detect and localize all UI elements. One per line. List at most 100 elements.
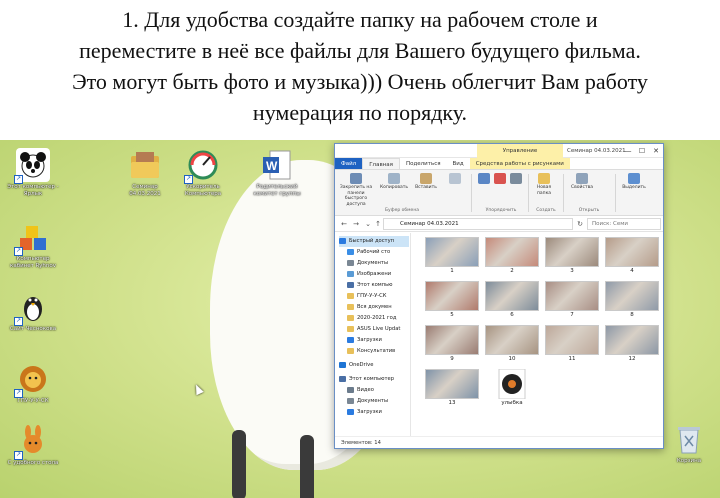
photo-thumbnail bbox=[545, 281, 599, 311]
file-item[interactable]: 10 bbox=[485, 325, 539, 362]
maximize-button[interactable]: ☐ bbox=[635, 144, 649, 158]
file-name: 13 bbox=[448, 400, 456, 406]
caption-line: переместите в неё все файлы для Вашего б… bbox=[79, 38, 641, 63]
file-item[interactable]: 2 bbox=[485, 237, 539, 274]
nav-item-label: 2020-2021 год bbox=[357, 315, 397, 321]
gauge-icon: ↗ bbox=[184, 148, 220, 184]
clipboard-extra-buttons[interactable] bbox=[443, 173, 467, 185]
desktop-icon-recycle-bin[interactable]: Корзина bbox=[660, 422, 718, 465]
move-icon bbox=[478, 173, 490, 184]
file-item[interactable]: 8 bbox=[605, 281, 659, 318]
nav-item[interactable]: Быстрый доступ bbox=[339, 236, 409, 247]
desktop-icon-accelerator[interactable]: ↗ Ускоритель Компьютера bbox=[174, 148, 232, 198]
desktop-icon-label: Компьютер кабинет Ryhnov bbox=[10, 256, 56, 269]
rename-button[interactable] bbox=[509, 173, 523, 185]
nav-item-label: Быстрый доступ bbox=[349, 238, 395, 244]
refresh-icon[interactable]: ↻ bbox=[575, 218, 585, 230]
title-bar[interactable]: Управление Семинар 04.03.2021 — ☐ ✕ bbox=[335, 144, 663, 158]
file-item[interactable]: 13 bbox=[425, 369, 479, 406]
bunny-icon: ↗ bbox=[14, 424, 50, 460]
minimize-button[interactable]: — bbox=[621, 144, 635, 158]
lion-icon: ↗ bbox=[14, 362, 50, 398]
nav-item[interactable]: Загрузки bbox=[347, 407, 409, 418]
ribbon-separator bbox=[471, 174, 472, 212]
tab-share[interactable]: Поделиться bbox=[400, 158, 447, 169]
back-arrow-icon[interactable]: ← bbox=[339, 218, 349, 230]
select-button[interactable]: Выделить bbox=[619, 173, 649, 191]
photo-thumbnail bbox=[545, 237, 599, 267]
computer-icon bbox=[339, 375, 346, 382]
file-item[interactable]: 7 bbox=[545, 281, 599, 318]
up-arrow-icon[interactable]: ↑ bbox=[373, 218, 383, 230]
file-name: 3 bbox=[570, 268, 574, 274]
photo-thumbnail bbox=[425, 237, 479, 267]
folder-icon bbox=[128, 148, 162, 182]
nav-item-label: Документы bbox=[357, 260, 389, 266]
forward-arrow-icon[interactable]: → bbox=[351, 218, 361, 230]
file-name: 4 bbox=[630, 268, 634, 274]
file-item[interactable]: 3 bbox=[545, 237, 599, 274]
file-item[interactable]: 1 bbox=[425, 237, 479, 274]
select-icon bbox=[628, 173, 640, 184]
photo-thumbnail bbox=[545, 325, 599, 355]
search-input[interactable]: Поиск: Семи bbox=[587, 218, 661, 230]
file-item[interactable]: 4 bbox=[605, 237, 659, 274]
desktop-icon-seminar-folder[interactable]: Семинар 04.03.2021 bbox=[116, 148, 174, 198]
pin-quick-access-button[interactable]: Закрепить на панели быстрого доступа bbox=[337, 173, 375, 207]
file-item[interactable]: 6 bbox=[485, 281, 539, 318]
nav-item[interactable]: OneDrive bbox=[339, 360, 409, 371]
file-item[interactable]: улыбка bbox=[485, 368, 539, 406]
desktop-icon-label: Родительский комитет группы bbox=[253, 184, 301, 197]
properties-button[interactable]: Свойства bbox=[567, 173, 597, 191]
caption-line: Это могут быть фото и музыка))) Очень об… bbox=[72, 69, 648, 94]
paste-button[interactable]: Вставить bbox=[411, 173, 441, 191]
tab-file[interactable]: Файл bbox=[335, 158, 363, 169]
nav-item[interactable]: Этот компью bbox=[347, 280, 409, 291]
nav-item[interactable]: ASUS Live Updat bbox=[347, 324, 409, 335]
file-item[interactable]: 9 bbox=[425, 325, 479, 362]
select-label: Выделить bbox=[622, 185, 646, 190]
nav-item[interactable]: Документы bbox=[347, 258, 409, 269]
copy-button[interactable]: Копировать bbox=[379, 173, 409, 191]
nav-item[interactable]: Вся докумен bbox=[347, 302, 409, 313]
nav-item-label: ГПУ-У-У-СК bbox=[357, 293, 387, 299]
ribbon-separator bbox=[528, 174, 529, 212]
properties-label: Свойства bbox=[571, 185, 593, 190]
nav-item[interactable]: 2020-2021 год bbox=[347, 313, 409, 324]
tab-view[interactable]: Вид bbox=[447, 158, 470, 169]
nav-item[interactable]: Рабочий сто bbox=[347, 247, 409, 258]
file-item[interactable]: 5 bbox=[425, 281, 479, 318]
chevron-down-icon[interactable]: ⌄ bbox=[363, 218, 373, 230]
desktop-icon-computer-shortcut[interactable]: ↗ Этот компьютер - Ярлык bbox=[4, 148, 62, 198]
tab-home[interactable]: Главная bbox=[362, 158, 400, 169]
rename-icon bbox=[510, 173, 522, 184]
close-button[interactable]: ✕ bbox=[649, 144, 663, 158]
nav-item[interactable]: Документы bbox=[347, 396, 409, 407]
folder-icon bbox=[347, 325, 354, 332]
desktop-icon-label: Этот компьютер - Ярлык bbox=[7, 184, 59, 197]
nav-item[interactable]: ГПУ-У-У-СК bbox=[347, 291, 409, 302]
ribbon-tabs: Файл Главная Поделиться Вид Средства раб… bbox=[335, 158, 663, 170]
desktop-icon-computer-cabinet[interactable]: ↗ Компьютер кабинет Ryhnov bbox=[4, 220, 62, 270]
file-list: 1 2 3 4 5 6 7 8 9 10 11 12 13 улыбка bbox=[415, 233, 659, 437]
desktop-icon-bunny[interactable]: ↗ С удобного стола bbox=[4, 424, 62, 467]
file-item[interactable]: 11 bbox=[545, 325, 599, 362]
nav-item[interactable]: Загрузки bbox=[347, 335, 409, 346]
desktop-icon-site[interactable]: ↗ Сайт Чеснокова bbox=[4, 290, 62, 333]
move-to-button[interactable] bbox=[477, 173, 491, 185]
manage-context-tab[interactable]: Управление bbox=[477, 144, 563, 158]
file-name: 9 bbox=[450, 356, 454, 362]
delete-button[interactable] bbox=[493, 173, 507, 185]
file-explorer-window[interactable]: Управление Семинар 04.03.2021 — ☐ ✕ Файл… bbox=[334, 143, 664, 449]
address-input[interactable]: Семинар 04.03.2021 bbox=[383, 218, 573, 230]
nav-item[interactable]: Видео bbox=[347, 385, 409, 396]
desktop-icon-word-document[interactable]: W Родительский комитет группы bbox=[248, 148, 306, 198]
nav-item[interactable]: Изображени bbox=[347, 269, 409, 280]
tab-picture-tools[interactable]: Средства работы с рисунками bbox=[469, 158, 570, 169]
nav-item[interactable]: Этот компьютер bbox=[339, 374, 409, 385]
file-item[interactable]: 12 bbox=[605, 325, 659, 362]
nav-item[interactable]: Консультатив bbox=[347, 346, 409, 357]
new-folder-button[interactable]: Новая папка bbox=[531, 173, 557, 196]
desktop-icon-gpu[interactable]: ↗ ГПУ-У-У-СК bbox=[4, 362, 62, 405]
file-name: 5 bbox=[450, 312, 454, 318]
